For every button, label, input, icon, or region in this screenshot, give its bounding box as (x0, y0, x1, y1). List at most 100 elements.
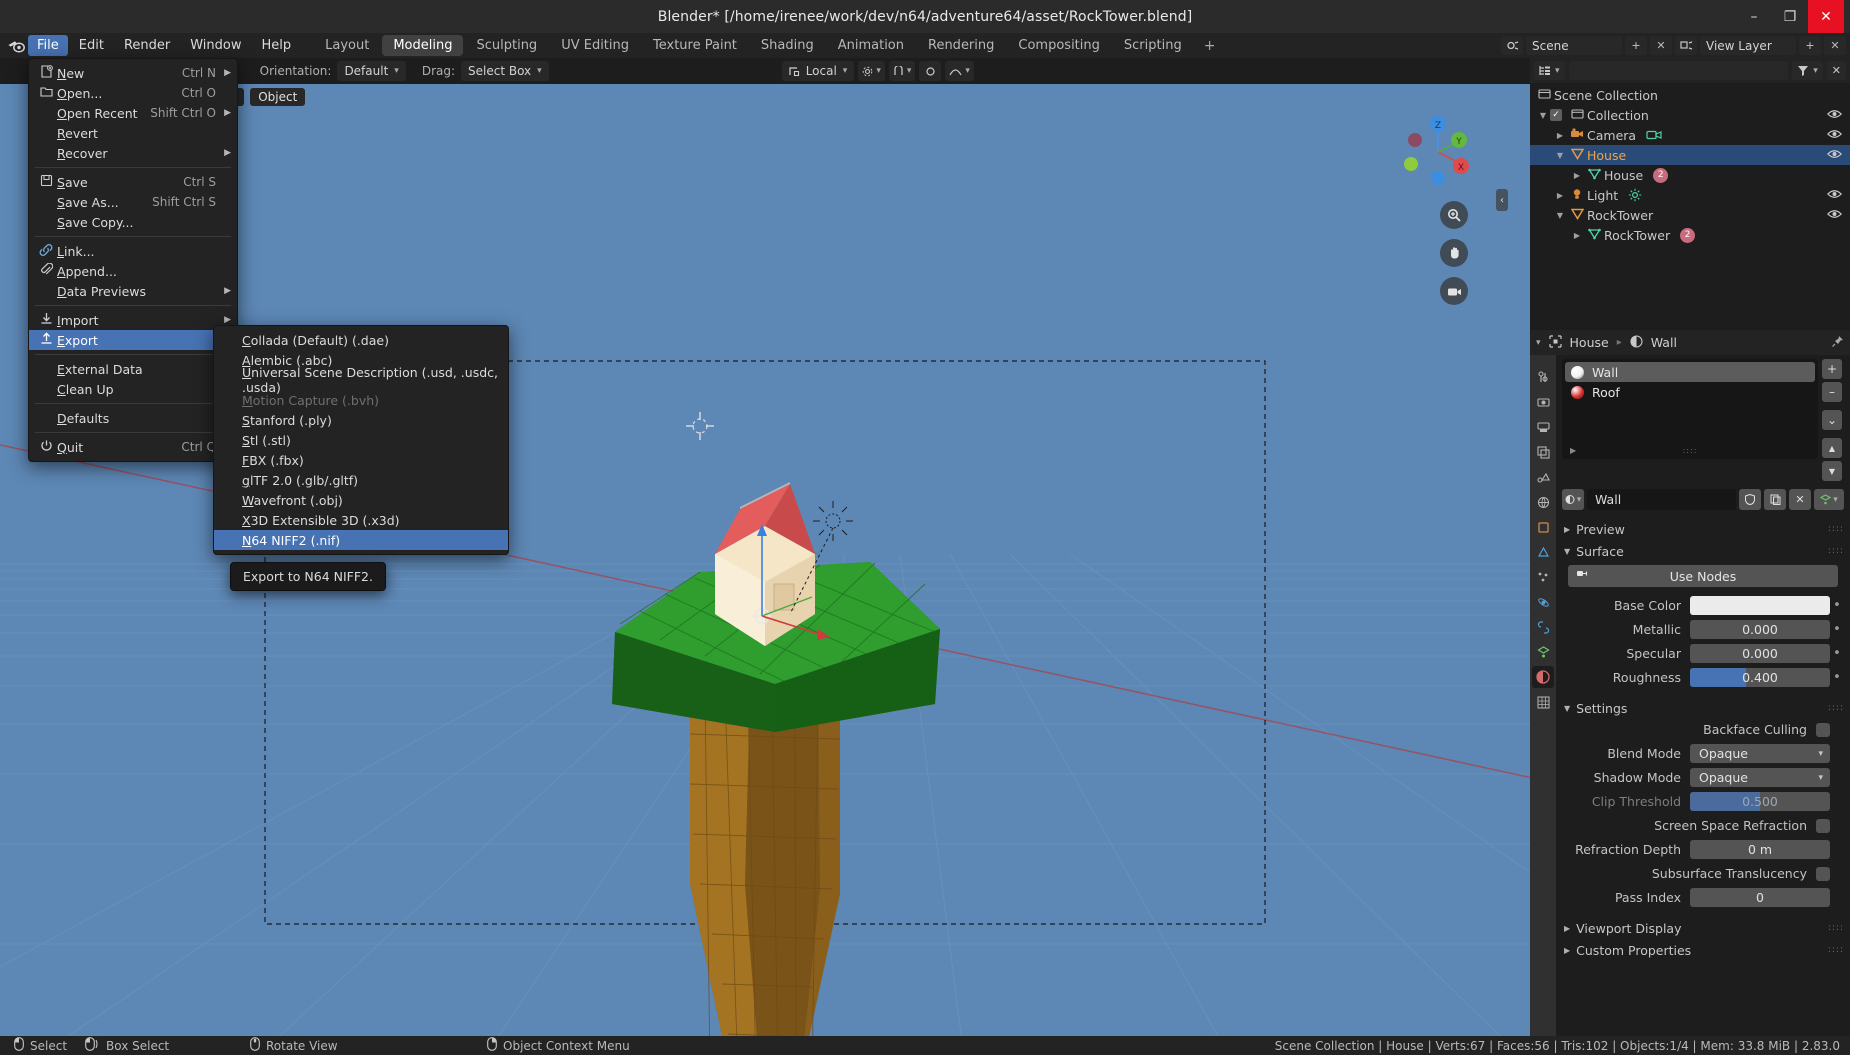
menu-help[interactable]: Help (253, 35, 301, 56)
workspace-tab-texture-paint[interactable]: Texture Paint (642, 35, 748, 56)
settings-field-pass-index[interactable]: 0 (1690, 888, 1830, 907)
surface-field-base-color[interactable] (1690, 596, 1830, 615)
outliner-row-collection-0[interactable]: ▼ ✓ Collection (1530, 105, 1850, 125)
unlink-material-button[interactable]: ✕ (1789, 489, 1811, 510)
animate-property-dot-icon[interactable]: • (1830, 598, 1844, 613)
blender-logo-icon[interactable] (5, 35, 27, 57)
remove-viewlayer-icon[interactable]: ✕ (1824, 36, 1846, 55)
file-menu-item-export[interactable]: Export▶ (29, 330, 237, 350)
chevron-right-icon[interactable]: ▶ (1570, 171, 1584, 180)
file-menu-item-revert[interactable]: Revert (29, 123, 237, 143)
outliner-search-input[interactable] (1568, 61, 1789, 80)
eye-icon[interactable] (1826, 108, 1843, 122)
remove-scene-icon[interactable]: ✕ (1650, 36, 1672, 55)
surface-field-metallic[interactable]: 0.000 (1690, 620, 1830, 639)
viewport-menu-object[interactable]: Object (250, 88, 306, 106)
outliner-row-rocktower-5[interactable]: ▼ RockTower (1530, 205, 1850, 225)
browse-material-icon[interactable]: ▾ (1562, 489, 1584, 510)
viewlayer-browse-icon[interactable] (1675, 36, 1697, 55)
tab-physics[interactable] (1532, 591, 1554, 613)
move-slot-down-button[interactable]: ▼ (1822, 461, 1842, 481)
tab-texture[interactable] (1532, 691, 1554, 713)
outliner-row-rocktower-6[interactable]: ▶ RockTower 2 (1530, 225, 1850, 245)
surface-field-roughness[interactable]: 0.400 (1690, 668, 1830, 687)
file-menu-item-data-previews[interactable]: Data Previews ▶ (29, 281, 237, 301)
export-menu-item-wavefront-obj[interactable]: Wavefront (.obj) (214, 490, 508, 510)
settings-field-blend-mode[interactable]: Opaque ▾ (1690, 744, 1830, 763)
move-slot-up-button[interactable]: ▲ (1822, 438, 1842, 458)
transform-orientation-dropdown[interactable]: Local ▾ (781, 61, 855, 81)
outliner-row-light-4[interactable]: ▶ Light (1530, 185, 1850, 205)
drag-dropdown[interactable]: Select Box ▾ (461, 61, 549, 81)
resize-grip-icon[interactable]: :::: (1683, 446, 1698, 455)
zoom-icon[interactable] (1440, 201, 1468, 229)
file-menu-item-save-as[interactable]: Save As... Shift Ctrl S (29, 192, 237, 212)
chevron-down-icon[interactable]: ▼ (1553, 151, 1567, 160)
navigation-gizmo[interactable]: Z X Y (1398, 112, 1478, 192)
add-workspace-button[interactable]: + (1194, 38, 1226, 54)
tab-render[interactable] (1532, 391, 1554, 413)
eye-icon[interactable] (1826, 148, 1843, 162)
file-menu-item-link[interactable]: Link... (29, 241, 237, 261)
export-menu-item-n64-niff2-nif[interactable]: N64 NIFF2 (.nif) (214, 530, 508, 550)
tab-particles[interactable] (1532, 566, 1554, 588)
breadcrumb-object[interactable]: House (1570, 335, 1609, 350)
eye-icon[interactable] (1826, 188, 1843, 202)
scene-browse-icon[interactable] (1501, 36, 1523, 55)
file-menu-item-save-copy[interactable]: Save Copy... (29, 212, 237, 232)
file-menu-item-quit[interactable]: Quit Ctrl Q (29, 437, 237, 457)
material-name-input[interactable]: Wall (1587, 489, 1736, 510)
viewlayer-name-field[interactable]: View Layer (1700, 36, 1796, 55)
material-specials-button[interactable]: ⌄ (1822, 410, 1842, 430)
section-viewport-display[interactable]: ▶ Viewport Display :::: (1562, 917, 1844, 939)
file-menu-item-open[interactable]: Open... Ctrl O (29, 83, 237, 103)
tab-tool[interactable] (1532, 366, 1554, 388)
animate-property-dot-icon[interactable]: • (1830, 646, 1844, 661)
remove-material-slot-button[interactable]: – (1822, 382, 1842, 402)
hand-icon[interactable] (1440, 239, 1468, 267)
export-menu-item-gltf-2-0-glb-gltf[interactable]: glTF 2.0 (.glb/.gltf) (214, 470, 508, 490)
settings-field-refraction-depth[interactable]: 0 m (1690, 840, 1830, 859)
tab-world[interactable] (1532, 491, 1554, 513)
chevron-right-icon[interactable]: ▶ (1553, 191, 1567, 200)
settings-checkbox-screen-space-refraction[interactable] (1816, 818, 1830, 833)
file-menu-item-save[interactable]: Save Ctrl S (29, 172, 237, 192)
file-menu-item-external-data[interactable]: External Data▶ (29, 359, 237, 379)
workspace-tab-scripting[interactable]: Scripting (1113, 35, 1193, 56)
tab-object-data[interactable] (1532, 641, 1554, 663)
menu-file[interactable]: File (28, 35, 68, 56)
export-menu-item-universal-scene-description-usd-usdc-usda[interactable]: Universal Scene Description (.usd, .usdc… (214, 365, 508, 395)
breadcrumb-material[interactable]: Wall (1651, 335, 1677, 350)
proportional-edit-toggle[interactable] (919, 61, 942, 81)
section-preview[interactable]: ▶ Preview :::: (1562, 518, 1844, 540)
new-viewlayer-icon[interactable]: + (1799, 36, 1821, 55)
chevron-down-icon[interactable]: ▼ (1536, 111, 1550, 120)
export-menu-item-stl-stl[interactable]: Stl (.stl) (214, 430, 508, 450)
menu-render[interactable]: Render (115, 35, 179, 56)
tab-material[interactable] (1532, 666, 1554, 688)
workspace-tab-rendering[interactable]: Rendering (917, 35, 1005, 56)
surface-field-specular[interactable]: 0.000 (1690, 644, 1830, 663)
chevron-right-icon[interactable]: ▶ (1553, 131, 1567, 140)
file-menu-dropdown[interactable]: New Ctrl N ▶ Open... Ctrl O Open Recent Shift … (28, 58, 238, 462)
file-menu-item-defaults[interactable]: Defaults▶ (29, 408, 237, 428)
scene-name-field[interactable]: Scene (1526, 36, 1622, 55)
outliner-close-icon[interactable]: ✕ (1826, 61, 1846, 80)
outliner-row-house-2[interactable]: ▼ House (1530, 145, 1850, 165)
eye-icon[interactable] (1826, 208, 1843, 222)
section-settings[interactable]: ▼ Settings :::: (1562, 697, 1844, 719)
use-nodes-button[interactable]: Use Nodes (1568, 565, 1838, 587)
workspace-tab-uv-editing[interactable]: UV Editing (550, 35, 640, 56)
expand-arrow-icon[interactable]: ▶ (1570, 446, 1576, 455)
outliner-display-mode-dropdown[interactable]: ▾ (1534, 61, 1565, 80)
animate-property-dot-icon[interactable]: • (1830, 670, 1844, 685)
proportional-falloff-dropdown[interactable]: ▾ (945, 61, 974, 81)
outliner-row-camera-1[interactable]: ▶ Camera (1530, 125, 1850, 145)
eye-icon[interactable] (1826, 128, 1843, 142)
pin-icon[interactable] (1831, 335, 1844, 351)
fake-user-button[interactable] (1739, 489, 1761, 510)
camera-icon[interactable] (1440, 277, 1468, 305)
material-slot-wall[interactable]: Wall (1565, 362, 1815, 382)
file-menu-item-new[interactable]: New Ctrl N ▶ (29, 63, 237, 83)
file-menu-item-import[interactable]: Import ▶ (29, 310, 237, 330)
